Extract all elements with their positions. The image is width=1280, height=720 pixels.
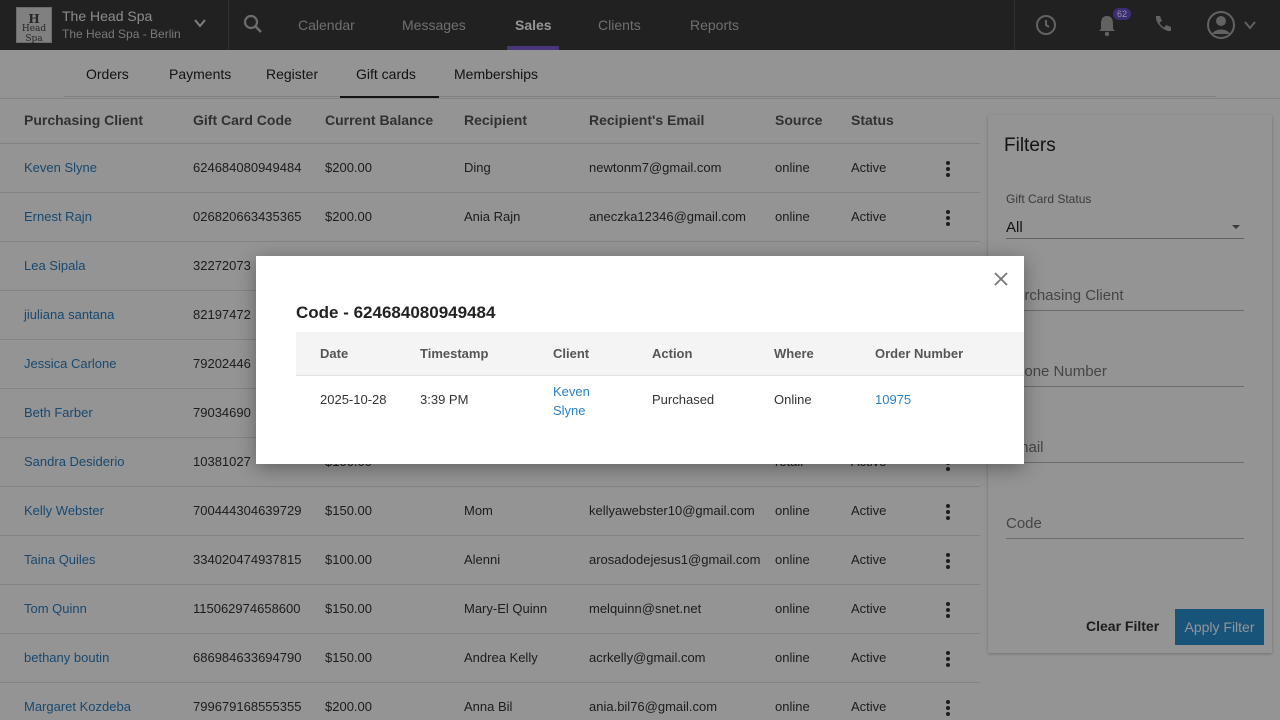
close-icon[interactable] <box>992 270 1010 288</box>
order-number-link[interactable]: 10975 <box>875 392 911 407</box>
modal-title: Code - 624684080949484 <box>296 303 496 322</box>
column-header: Order Number <box>875 346 964 361</box>
gift-card-history-modal: Code - 624684080949484 Date Timestamp Cl… <box>256 256 1024 464</box>
history-action: Purchased <box>652 392 715 407</box>
history-where: Online <box>774 392 812 407</box>
history-date: 2025-10-28 <box>320 392 387 407</box>
history-row: 2025-10-28 3:39 PM Keven Slyne Purchased… <box>296 376 1024 426</box>
column-header: Date <box>320 346 349 361</box>
history-timestamp: 3:39 PM <box>420 392 469 407</box>
column-header: Timestamp <box>420 346 489 361</box>
history-client-link[interactable]: Keven Slyne <box>553 382 590 420</box>
column-header: Action <box>652 346 693 361</box>
column-header: Where <box>774 346 814 361</box>
column-header: Client <box>553 346 590 361</box>
history-table-header: Date Timestamp Client Action Where Order… <box>296 332 1024 376</box>
